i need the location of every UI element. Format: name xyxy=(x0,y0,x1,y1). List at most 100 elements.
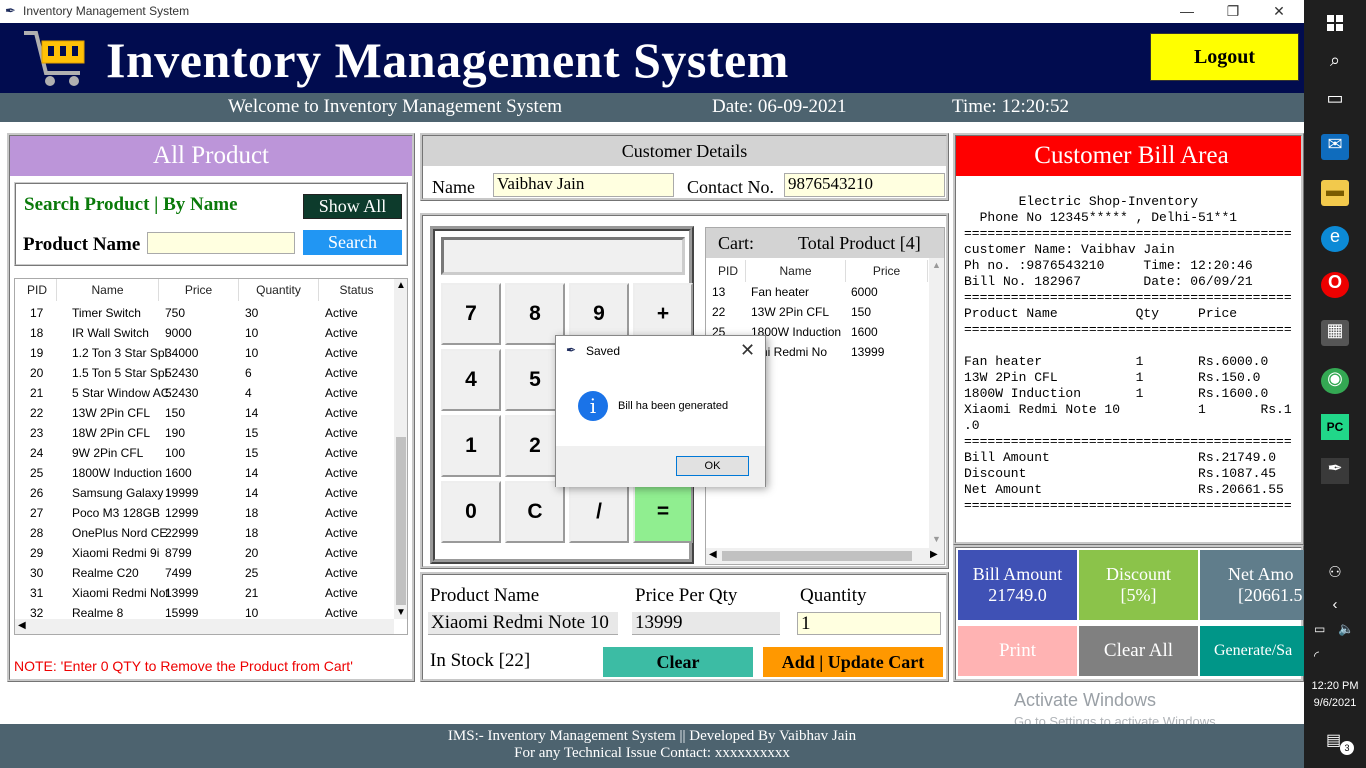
taskbar-date[interactable]: 9/6/2021 xyxy=(1310,697,1360,709)
table-row[interactable]: 30Realme C20749925Active xyxy=(15,563,395,583)
task-view-icon[interactable]: ▭ xyxy=(1321,88,1349,114)
cart-row[interactable]: 13Fan heater6000 xyxy=(706,282,928,302)
cart-column-header[interactable]: PID xyxy=(706,260,746,282)
scroll-thumb[interactable] xyxy=(722,551,912,561)
edge-browser-icon[interactable]: e xyxy=(1321,226,1349,252)
cart-vertical-scrollbar[interactable]: ▲ ▼ xyxy=(929,258,944,548)
cart-row[interactable]: 2213W 2Pin CFL150 xyxy=(706,302,928,322)
dialog-close-icon[interactable]: ✕ xyxy=(740,340,755,361)
maximize-button[interactable]: ❐ xyxy=(1210,0,1256,23)
mail-icon[interactable]: ✉ xyxy=(1321,134,1349,160)
wifi-icon[interactable]: ◜ xyxy=(1314,648,1319,664)
table-cell: Realme 8 xyxy=(72,606,168,620)
scroll-thumb[interactable] xyxy=(396,437,406,605)
product-vertical-scrollbar[interactable]: ▲ ▼ xyxy=(394,279,408,619)
table-cell: Timer Switch xyxy=(72,306,168,320)
table-row[interactable]: 31Xiaomi Redmi Note1399921Active xyxy=(15,583,395,603)
column-header[interactable]: Price xyxy=(159,279,239,301)
minimize-button[interactable]: — xyxy=(1164,0,1210,23)
print-button[interactable]: Print xyxy=(958,626,1077,676)
cart-horizontal-scrollbar[interactable]: ◀ ▶ xyxy=(706,548,944,564)
product-horizontal-scrollbar[interactable]: ◀ xyxy=(15,619,394,635)
show-all-button[interactable]: Show All xyxy=(303,194,402,219)
quantity-input[interactable]: 1 xyxy=(797,612,941,635)
table-row[interactable]: 191.2 Ton 3 Star Split3400010Active xyxy=(15,343,395,363)
table-row[interactable]: 26Samsung Galaxy F1999914Active xyxy=(15,483,395,503)
column-header[interactable]: PID xyxy=(15,279,57,301)
table-row[interactable]: 27Poco M3 128GB1299918Active xyxy=(15,503,395,523)
calculator-key[interactable]: 1 xyxy=(441,415,501,477)
windows-start-icon[interactable] xyxy=(1321,10,1349,36)
chrome-browser-icon[interactable]: ◉ xyxy=(1321,368,1349,394)
scroll-up-icon[interactable]: ▲ xyxy=(932,260,941,270)
calculator-key[interactable]: / xyxy=(569,481,629,543)
calculator-key[interactable]: = xyxy=(633,481,693,543)
calculator-display[interactable] xyxy=(441,237,685,275)
welcome-text: Welcome to Inventory Management System xyxy=(228,96,562,118)
clear-all-button[interactable]: Clear All xyxy=(1079,626,1198,676)
table-row[interactable]: 215 Star Window AC524304Active xyxy=(15,383,395,403)
column-header[interactable]: Quantity xyxy=(239,279,319,301)
opera-browser-icon[interactable]: O xyxy=(1321,272,1349,298)
scroll-up-icon[interactable]: ▲ xyxy=(396,280,406,291)
search-button[interactable]: Search xyxy=(303,230,402,255)
table-cell: 25 xyxy=(30,466,68,480)
bill-amount-label: Bill Amount xyxy=(958,564,1077,585)
calculator-key[interactable]: 0 xyxy=(441,481,501,543)
scroll-left-icon[interactable]: ◀ xyxy=(709,549,717,560)
cart-cell: 22 xyxy=(712,305,748,319)
table-row[interactable]: 17Timer Switch75030Active xyxy=(15,303,395,323)
file-explorer-icon[interactable]: ▬ xyxy=(1321,180,1349,206)
scroll-left-icon[interactable]: ◀ xyxy=(18,620,26,631)
generate-save-button[interactable]: Generate/Sa xyxy=(1200,626,1304,676)
customer-name-input[interactable]: Vaibhav Jain xyxy=(493,173,674,197)
scroll-down-icon[interactable]: ▼ xyxy=(932,534,941,544)
python-feather-icon[interactable]: ✒ xyxy=(1321,458,1349,484)
table-row[interactable]: 18IR Wall Switch900010Active xyxy=(15,323,395,343)
scroll-down-icon[interactable]: ▼ xyxy=(396,607,406,618)
chevron-up-icon[interactable]: ‹ xyxy=(1321,596,1349,622)
close-window-button[interactable]: ✕ xyxy=(1256,0,1302,23)
volume-icon[interactable]: 🔈 xyxy=(1338,621,1354,637)
table-cell: 9W 2Pin CFL xyxy=(72,446,168,460)
calculator-key[interactable]: C xyxy=(505,481,565,543)
logout-button[interactable]: Logout xyxy=(1150,33,1299,81)
price-field[interactable]: 13999 xyxy=(632,612,780,635)
table-row[interactable]: 2213W 2Pin CFL15014Active xyxy=(15,403,395,423)
table-row[interactable]: 2318W 2Pin CFL19015Active xyxy=(15,423,395,443)
pycharm-icon[interactable]: PC xyxy=(1321,414,1349,440)
search-label: Search Product | By Name xyxy=(24,194,238,216)
table-cell: 6 xyxy=(245,366,315,380)
table-cell: 18W 2Pin CFL xyxy=(72,426,168,440)
taskbar-time[interactable]: 12:20 PM xyxy=(1310,680,1360,692)
table-cell: 32 xyxy=(30,606,68,620)
battery-icon[interactable]: ▭ xyxy=(1314,622,1325,636)
calculator-key[interactable]: 7 xyxy=(441,283,501,345)
contact-number-input[interactable]: 9876543210 xyxy=(784,173,945,197)
product-search-input[interactable] xyxy=(147,232,295,254)
cart-column-header[interactable]: Price xyxy=(846,260,928,282)
product-name-field[interactable]: Xiaomi Redmi Note 10 xyxy=(428,612,618,635)
column-header[interactable]: Name xyxy=(57,279,159,301)
column-header[interactable]: Status xyxy=(319,279,395,301)
table-cell: 28 xyxy=(30,526,68,540)
cart-column-header[interactable]: Name xyxy=(746,260,846,282)
bill-text[interactable]: Electric Shop-Inventory Phone No 12345**… xyxy=(964,194,1304,514)
table-row[interactable]: 249W 2Pin CFL10015Active xyxy=(15,443,395,463)
notification-icon[interactable]: ▤ xyxy=(1326,730,1341,750)
scroll-right-icon[interactable]: ▶ xyxy=(930,549,938,560)
people-icon[interactable]: ⚇ xyxy=(1321,563,1349,589)
table-cell: 14 xyxy=(245,406,315,420)
add-update-cart-button[interactable]: Add | Update Cart xyxy=(763,647,943,677)
table-cell: Active xyxy=(325,546,385,560)
store-icon[interactable]: ▦ xyxy=(1321,320,1349,346)
table-row[interactable]: 29Xiaomi Redmi 9i879920Active xyxy=(15,543,395,563)
table-row[interactable]: 251800W Induction160014Active xyxy=(15,463,395,483)
cart-cell: Fan heater xyxy=(751,285,847,299)
calculator-key[interactable]: 4 xyxy=(441,349,501,411)
clear-button[interactable]: Clear xyxy=(603,647,753,677)
table-row[interactable]: 201.5 Ton 5 Star Split524306Active xyxy=(15,363,395,383)
ok-button[interactable]: OK xyxy=(676,456,749,476)
table-row[interactable]: 28OnePlus Nord CE2299918Active xyxy=(15,523,395,543)
search-icon[interactable]: ⌕ xyxy=(1321,50,1349,76)
